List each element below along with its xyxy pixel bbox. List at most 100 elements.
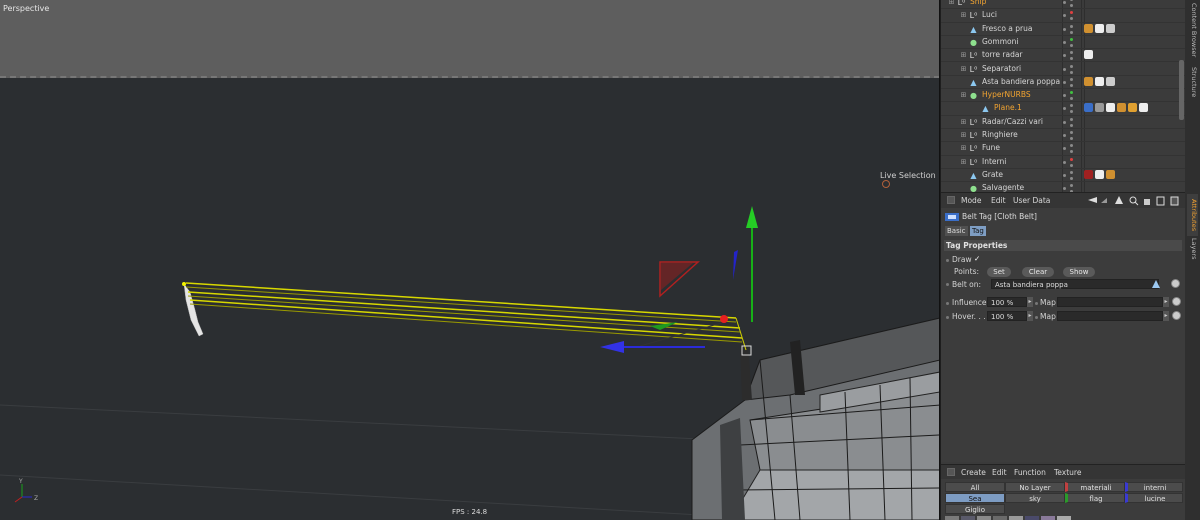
object-name[interactable]: Ringhiere	[982, 130, 1018, 139]
layer-interni[interactable]: interni	[1125, 482, 1183, 492]
material-tag-icon[interactable]	[1084, 23, 1093, 33]
object-manager-scrollbar[interactable]	[1179, 60, 1184, 120]
material-tag-icon[interactable]	[1117, 103, 1126, 113]
object-row[interactable]: ⊞ L⁰ Radar/Cazzi vari	[941, 116, 1185, 129]
object-row[interactable]: ⊞ L⁰ Luci	[941, 9, 1185, 23]
map-field[interactable]	[1057, 297, 1163, 307]
expand-toggle-icon[interactable]: ⊞	[959, 11, 968, 20]
back-arrow-icon[interactable]	[1088, 197, 1097, 203]
layer-panel-menu-icon[interactable]	[947, 468, 955, 476]
material-tag-icon[interactable]	[1106, 23, 1115, 33]
map2-pick-icon[interactable]	[1172, 311, 1181, 320]
expand-toggle-icon[interactable]	[959, 25, 968, 34]
show-button[interactable]: Show	[1063, 267, 1095, 277]
expand-toggle-icon[interactable]	[959, 171, 968, 180]
expand-toggle-icon[interactable]: ⊞	[959, 65, 968, 74]
lock-icon[interactable]	[1144, 199, 1150, 205]
material-tag-icon[interactable]	[1084, 169, 1093, 179]
expand-toggle-icon[interactable]	[959, 184, 968, 192]
layer-all[interactable]: All	[945, 482, 1005, 492]
menu-create[interactable]: Create	[961, 468, 986, 477]
object-row[interactable]: ⊞ L⁰ Separatori	[941, 63, 1185, 76]
layer-sky[interactable]: sky	[1005, 493, 1065, 503]
tab-content-browser[interactable]: Content Browser	[1187, 2, 1198, 58]
object-name[interactable]: Gommoni	[982, 37, 1018, 46]
draw-checkbox[interactable]: ✓	[974, 254, 980, 263]
object-name[interactable]: Fune	[982, 143, 1000, 152]
pick-object-icon[interactable]	[1171, 279, 1180, 288]
visibility-dots[interactable]	[1062, 64, 1078, 75]
perspective-viewport[interactable]: Perspective Y Z Live Selection FPS: 24.…	[0, 0, 940, 520]
object-name[interactable]: Plane.1	[994, 103, 1022, 112]
animation-dot[interactable]	[946, 283, 949, 286]
animation-dot[interactable]	[1035, 316, 1038, 319]
visibility-dots[interactable]	[1062, 184, 1078, 192]
visibility-dots[interactable]	[1062, 157, 1078, 168]
expand-toggle-icon[interactable]	[971, 104, 980, 113]
tag-icons[interactable]	[1084, 23, 1117, 35]
object-row[interactable]: ⊞ L⁰ Ship	[941, 0, 1185, 10]
menu-texture[interactable]: Texture	[1054, 468, 1081, 477]
object-name[interactable]: Separatori	[982, 64, 1021, 73]
object-name[interactable]: Fresco a prua	[982, 24, 1032, 33]
ship-mesh[interactable]	[691, 317, 940, 520]
layer-materiali-carena[interactable]: materiali carena	[1065, 482, 1125, 502]
object-row[interactable]: ● Salvagente	[941, 182, 1185, 192]
expand-toggle-icon[interactable]: ⊞	[959, 118, 968, 127]
visibility-dots[interactable]	[1062, 11, 1078, 21]
hover-field[interactable]: 100 %	[987, 311, 1027, 321]
visibility-dots[interactable]	[1062, 0, 1078, 8]
expand-toggle-icon[interactable]	[959, 38, 968, 47]
visibility-dots[interactable]	[1062, 24, 1078, 35]
object-row[interactable]: ⊞ L⁰ Fune	[941, 142, 1185, 156]
visibility-dots[interactable]	[1062, 51, 1078, 61]
object-name[interactable]: Grate	[982, 170, 1003, 179]
expand-toggle-icon[interactable]: ⊞	[959, 51, 968, 60]
material-strip[interactable]	[945, 516, 1083, 520]
tab-structure[interactable]: Structure	[1187, 62, 1198, 102]
object-manager[interactable]: ⊞ L⁰ Ship ⊞ L⁰ Luci ▲ Fresco a prua ● Gommoni ⊞ L⁰ t…	[941, 0, 1185, 192]
object-row[interactable]: ⊞ L⁰ Interni	[941, 156, 1185, 169]
layer-flag[interactable]: flag	[1065, 493, 1125, 503]
tab-attributes[interactable]: Attributes	[1187, 194, 1198, 236]
map-menu-arrow[interactable]: ▸	[1163, 297, 1169, 307]
object-link-icon[interactable]	[1151, 280, 1161, 289]
expand-toggle-icon[interactable]	[959, 78, 968, 87]
layer-lucine[interactable]: lucine	[1125, 493, 1183, 503]
object-row[interactable]: ▲ Asta bandiera poppa	[941, 76, 1185, 90]
move-gizmo[interactable]	[600, 206, 758, 356]
visibility-dots[interactable]	[1062, 117, 1078, 128]
menu-user-data[interactable]: User Data	[1013, 196, 1050, 205]
belt-on-field[interactable]: Asta bandiera poppa	[991, 279, 1159, 289]
visibility-dots[interactable]	[1062, 91, 1078, 101]
object-name[interactable]: torre radar	[982, 50, 1023, 59]
visibility-dots[interactable]	[1062, 131, 1078, 141]
tag-icons[interactable]	[1084, 103, 1150, 114]
object-row[interactable]: ⊞ L⁰ torre radar	[941, 49, 1185, 63]
object-name[interactable]: HyperNURBS	[982, 90, 1031, 99]
material-tag-icon[interactable]	[1095, 76, 1104, 86]
object-name[interactable]: Asta bandiera poppa	[982, 77, 1060, 86]
scene-canvas[interactable]: Y Z	[0, 0, 940, 520]
expand-toggle-icon[interactable]: ⊞	[959, 158, 968, 167]
expand-toggle-icon[interactable]: ⊞	[959, 91, 968, 100]
influence-field[interactable]: 100 %	[987, 297, 1027, 307]
tag-icons[interactable]	[1084, 169, 1117, 181]
material-tag-icon[interactable]	[1095, 103, 1104, 113]
material-tag-icon[interactable]	[1095, 169, 1104, 179]
influence-stepper[interactable]: ▸	[1027, 297, 1033, 307]
animation-dot[interactable]	[946, 302, 949, 305]
material-tag-icon[interactable]	[1084, 76, 1093, 86]
object-row[interactable]: ● Gommoni	[941, 36, 1185, 50]
tab-basic[interactable]: Basic	[945, 226, 968, 236]
menu-layer-edit[interactable]: Edit	[992, 468, 1007, 477]
flag-mesh[interactable]	[182, 282, 204, 337]
map-pick-icon[interactable]	[1172, 297, 1181, 306]
tab-tag[interactable]: Tag	[970, 226, 986, 236]
object-row[interactable]: ⊞ ● HyperNURBS	[941, 89, 1185, 103]
visibility-dots[interactable]	[1062, 104, 1078, 114]
new-window-icon[interactable]	[1156, 196, 1165, 206]
set-button[interactable]: Set	[987, 267, 1011, 277]
hover-stepper[interactable]: ▸	[1027, 311, 1033, 321]
object-name[interactable]: Salvagente	[982, 183, 1024, 192]
